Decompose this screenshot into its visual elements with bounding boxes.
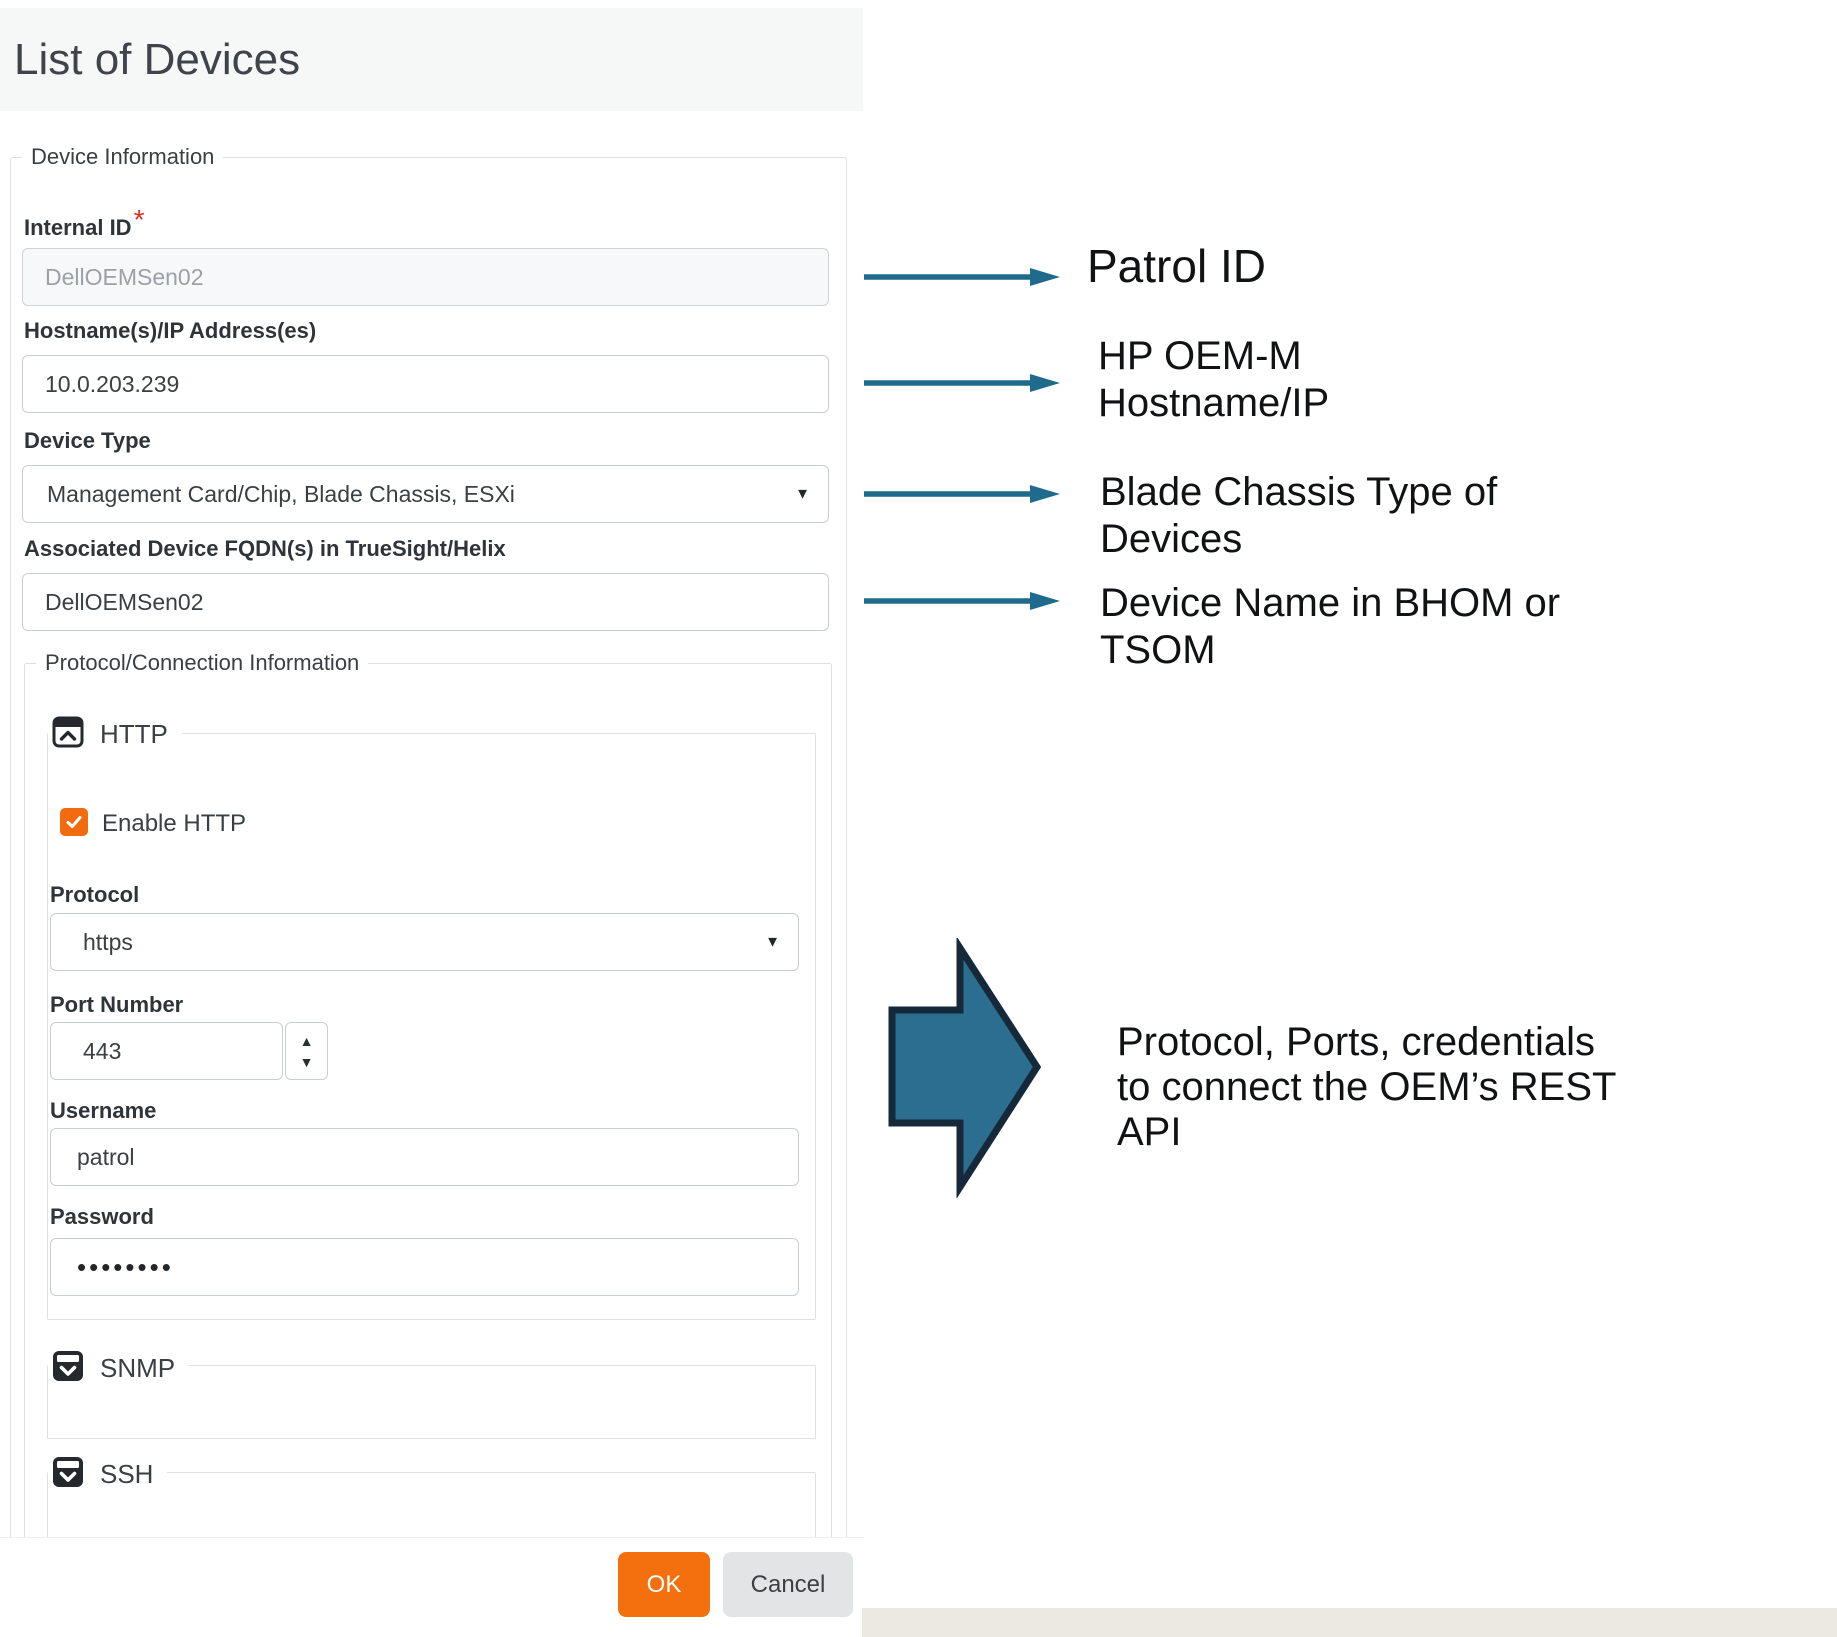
protocol-value: https — [51, 929, 133, 956]
password-field[interactable] — [50, 1238, 799, 1296]
internal-id-label: Internal ID* — [24, 210, 144, 242]
enable-http-label: Enable HTTP — [102, 810, 246, 838]
protocol-select[interactable]: https ▼ — [50, 913, 799, 971]
port-number-label: Port Number — [50, 992, 183, 1018]
snmp-section-title: SNMP — [100, 1353, 175, 1384]
ssh-section-title: SSH — [100, 1459, 153, 1490]
enable-http-checkbox[interactable] — [60, 808, 88, 836]
internal-id-field — [22, 248, 829, 306]
dialog-header: List of Devices — [0, 8, 863, 111]
annotation-device-name: Device Name in BHOM or TSOM — [1100, 580, 1560, 674]
annotation-hostname-ip: HP OEM-M Hostname/IP — [1098, 333, 1329, 427]
annotation-arrow-hostname — [864, 371, 1064, 395]
annotation-rest-api: Protocol, Ports, credentials to connect … — [1117, 1020, 1616, 1155]
snmp-section-header: SNMP — [48, 1348, 189, 1389]
background-window-strip — [862, 1608, 1837, 1637]
ok-button[interactable]: OK — [618, 1552, 710, 1617]
annotation-blade-chassis: Blade Chassis Type of Devices — [1100, 469, 1497, 563]
annotation-arrow-fqdn — [864, 589, 1064, 613]
device-type-label: Device Type — [24, 428, 151, 454]
http-section-header: HTTP — [48, 714, 182, 755]
list-of-devices-dialog: List of Devices Device Information Inter… — [0, 0, 864, 1538]
hostname-field[interactable] — [22, 355, 829, 413]
required-asterisk: * — [134, 204, 145, 235]
chevron-down-icon: ▼ — [765, 934, 780, 951]
check-icon — [64, 812, 84, 832]
hostname-label: Hostname(s)/IP Address(es) — [24, 318, 316, 344]
device-information-legend: Device Information — [22, 144, 223, 170]
expand-section-icon[interactable] — [52, 1456, 84, 1493]
chevron-down-icon: ▼ — [795, 486, 810, 503]
username-field[interactable] — [50, 1128, 799, 1186]
stepper-up-icon[interactable]: ▲ — [300, 1034, 314, 1048]
ssh-section-header: SSH — [48, 1454, 167, 1495]
annotation-arrow-internal-id — [864, 265, 1064, 289]
annotation-arrow-device-type — [864, 482, 1064, 506]
screenshot-root: List of Devices Device Information Inter… — [0, 0, 1837, 1637]
username-label: Username — [50, 1098, 156, 1124]
protocol-connection-legend: Protocol/Connection Information — [36, 650, 368, 676]
fqdn-label: Associated Device FQDN(s) in TrueSight/H… — [24, 536, 506, 562]
big-block-arrow — [880, 938, 1050, 1198]
annotation-patrol-id: Patrol ID — [1087, 240, 1266, 292]
password-label: Password — [50, 1204, 154, 1230]
port-number-field[interactable] — [50, 1022, 283, 1080]
stepper-down-icon[interactable]: ▼ — [300, 1055, 314, 1069]
cancel-button[interactable]: Cancel — [723, 1552, 853, 1617]
collapse-section-icon[interactable] — [52, 716, 84, 753]
protocol-label: Protocol — [50, 882, 139, 908]
page-title: List of Devices — [14, 8, 300, 111]
quantity-stepper: ▲ ▼ — [285, 1022, 328, 1080]
http-section-title: HTTP — [100, 719, 168, 750]
device-type-value: Management Card/Chip, Blade Chassis, ESX… — [23, 481, 515, 508]
device-type-select[interactable]: Management Card/Chip, Blade Chassis, ESX… — [22, 465, 829, 523]
fqdn-field[interactable] — [22, 573, 829, 631]
expand-section-icon[interactable] — [52, 1350, 84, 1387]
